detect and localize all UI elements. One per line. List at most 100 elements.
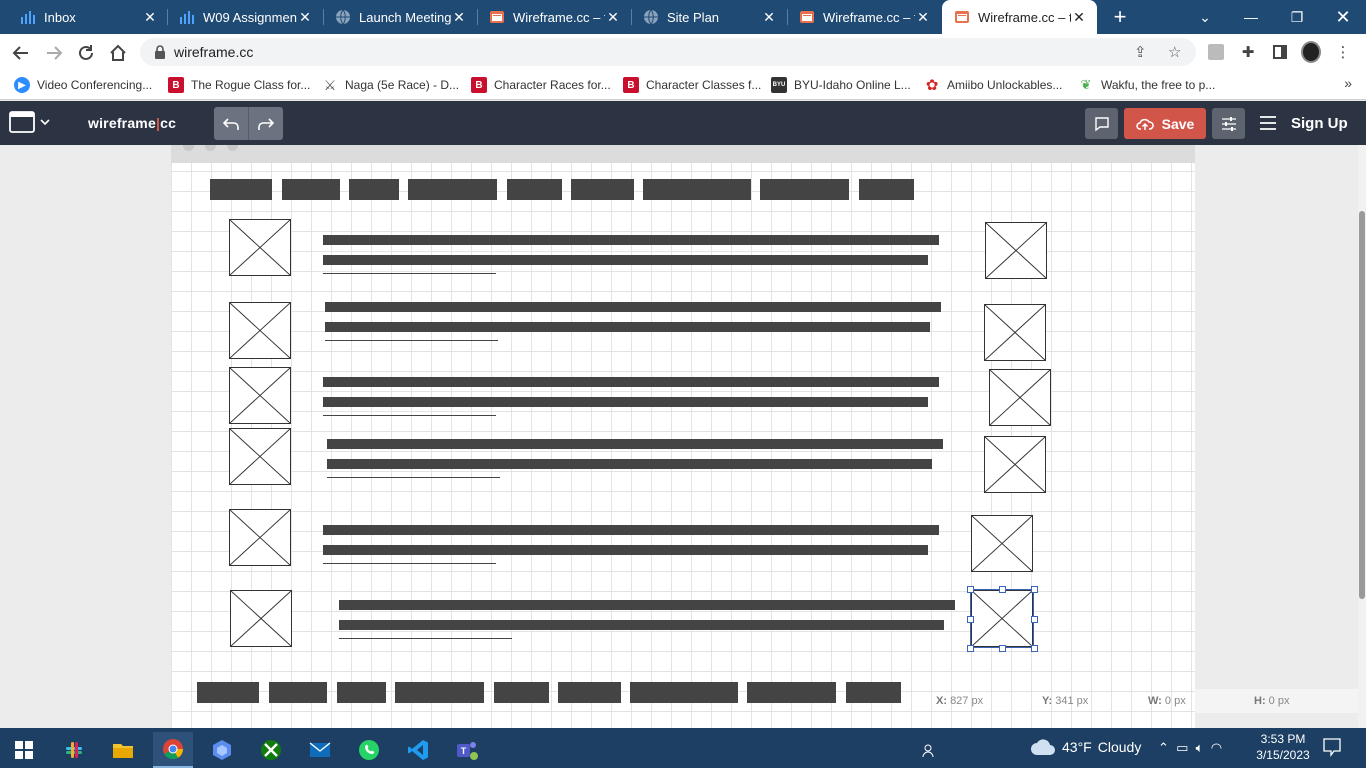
browser-tab[interactable]: Inbox ✕ <box>8 0 168 34</box>
settings-button[interactable] <box>1212 108 1245 139</box>
nav-placeholder-block[interactable] <box>349 179 399 200</box>
image-placeholder[interactable] <box>229 428 291 485</box>
bookmark-item[interactable]: ▶ Video Conferencing... <box>14 76 152 94</box>
image-placeholder[interactable] <box>229 509 291 566</box>
nav-placeholder-block[interactable] <box>643 179 751 200</box>
text-line-placeholder[interactable] <box>325 322 930 332</box>
system-tray[interactable]: ⌃ ▭ 🔈︎ ◠ <box>1158 740 1222 756</box>
image-placeholder[interactable] <box>971 515 1033 572</box>
resize-handle[interactable] <box>1031 616 1038 623</box>
slack-icon[interactable] <box>54 732 94 768</box>
vertical-scrollbar[interactable] <box>1358 145 1366 728</box>
text-line-placeholder[interactable] <box>339 620 944 630</box>
comment-button[interactable] <box>1085 108 1118 139</box>
footer-placeholder-block[interactable] <box>558 682 621 703</box>
save-button[interactable]: Save <box>1124 108 1206 139</box>
side-panel-icon[interactable] <box>1270 42 1290 62</box>
resize-handle[interactable] <box>999 586 1006 593</box>
image-placeholder[interactable] <box>985 222 1047 279</box>
close-tab-icon[interactable]: ✕ <box>605 9 621 26</box>
extensions-puzzle-icon[interactable]: ✚ <box>1238 42 1258 62</box>
bookmark-item[interactable]: B Character Classes f... <box>623 76 761 94</box>
mail-icon[interactable] <box>300 732 340 768</box>
profile-avatar[interactable] <box>1301 41 1321 63</box>
address-bar[interactable]: wireframe.cc ⇪ ☆ <box>140 38 1196 66</box>
nav-placeholder-block[interactable] <box>760 179 849 200</box>
share-icon[interactable]: ⇪ <box>1134 43 1147 61</box>
image-placeholder[interactable] <box>230 590 292 647</box>
text-line-placeholder[interactable] <box>327 459 932 469</box>
teams-icon[interactable]: T <box>447 732 487 768</box>
image-placeholder[interactable] <box>984 436 1046 493</box>
bookmark-star-icon[interactable]: ☆ <box>1168 43 1181 61</box>
sign-up-link[interactable]: Sign Up <box>1291 115 1348 132</box>
text-line-placeholder[interactable] <box>339 600 955 610</box>
hamburger-menu-button[interactable] <box>1258 113 1278 133</box>
notifications-button[interactable] <box>1322 737 1344 757</box>
footer-placeholder-block[interactable] <box>494 682 549 703</box>
text-line-placeholder[interactable] <box>323 397 928 407</box>
selection-box[interactable] <box>967 586 1038 652</box>
footer-placeholder-block[interactable] <box>395 682 484 703</box>
browser-tab[interactable]: Launch Meeting ✕ <box>323 0 477 34</box>
footer-placeholder-block[interactable] <box>747 682 836 703</box>
extension-r-icon[interactable] <box>1206 42 1226 62</box>
footer-placeholder-block[interactable] <box>197 682 259 703</box>
nav-placeholder-block[interactable] <box>408 179 497 200</box>
browser-tab[interactable]: Wireframe.cc – th ✕ <box>787 0 941 34</box>
new-tab-button[interactable]: + <box>1108 5 1132 29</box>
resize-handle[interactable] <box>1031 645 1038 652</box>
nav-placeholder-block[interactable] <box>282 179 340 200</box>
copilot-app-icon[interactable] <box>202 732 242 768</box>
text-line-placeholder[interactable] <box>323 525 939 535</box>
browser-tab-active[interactable]: Wireframe.cc – th ✕ <box>942 0 1097 34</box>
resize-handle[interactable] <box>967 645 974 652</box>
bookmark-item[interactable]: ⚔ Naga (5e Race) - D... <box>322 76 459 94</box>
text-line-placeholder[interactable] <box>325 302 941 312</box>
bookmark-item[interactable]: B Character Races for... <box>471 76 611 94</box>
start-button[interactable] <box>4 732 44 768</box>
bookmark-item[interactable]: BYU BYU-Idaho Online L... <box>771 76 911 94</box>
xbox-icon[interactable] <box>251 732 291 768</box>
footer-placeholder-block[interactable] <box>337 682 386 703</box>
resize-handle[interactable] <box>1031 586 1038 593</box>
text-line-placeholder[interactable] <box>323 545 928 555</box>
vscode-icon[interactable] <box>398 732 438 768</box>
resize-handle[interactable] <box>967 586 974 593</box>
link-underline-placeholder[interactable] <box>327 477 500 478</box>
text-line-placeholder[interactable] <box>323 235 939 245</box>
browser-tab[interactable]: W09 Assignment ✕ <box>167 0 323 34</box>
scrollbar-thumb[interactable] <box>1359 211 1365 599</box>
more-bookmarks-icon[interactable]: » <box>1344 75 1352 91</box>
undo-button[interactable] <box>214 107 248 140</box>
close-tab-icon[interactable]: ✕ <box>142 9 158 26</box>
browser-tab[interactable]: Wireframe.cc – th ✕ <box>477 0 631 34</box>
browser-menu-icon[interactable]: ⋮ <box>1333 42 1353 62</box>
link-underline-placeholder[interactable] <box>323 415 496 416</box>
link-underline-placeholder[interactable] <box>339 638 512 639</box>
close-tab-icon[interactable]: ✕ <box>1071 9 1087 26</box>
browser-tab[interactable]: Site Plan ✕ <box>631 0 787 34</box>
bookmark-item[interactable]: ❦ Wakfu, the free to p... <box>1078 76 1216 94</box>
footer-placeholder-block[interactable] <box>269 682 327 703</box>
image-placeholder[interactable] <box>229 302 291 359</box>
image-placeholder[interactable] <box>984 304 1046 361</box>
document-menu-button[interactable] <box>9 111 53 135</box>
file-explorer-icon[interactable] <box>103 732 143 768</box>
nav-placeholder-block[interactable] <box>507 179 562 200</box>
close-tab-icon[interactable]: ✕ <box>915 9 931 26</box>
text-line-placeholder[interactable] <box>327 439 943 449</box>
resize-handle[interactable] <box>999 645 1006 652</box>
forward-button[interactable] <box>42 41 66 65</box>
footer-placeholder-block[interactable] <box>630 682 738 703</box>
clock[interactable]: 3:53 PM 3/15/2023 <box>1254 731 1312 763</box>
close-tab-icon[interactable]: ✕ <box>451 9 467 26</box>
nav-placeholder-block[interactable] <box>210 179 272 200</box>
whatsapp-icon[interactable] <box>349 732 389 768</box>
image-placeholder[interactable] <box>989 369 1051 426</box>
nav-placeholder-block[interactable] <box>859 179 914 200</box>
link-underline-placeholder[interactable] <box>325 340 498 341</box>
restore-button[interactable]: ❐ <box>1274 0 1320 34</box>
chrome-icon[interactable] <box>153 732 193 768</box>
bookmark-item[interactable]: B The Rogue Class for... <box>168 76 310 94</box>
